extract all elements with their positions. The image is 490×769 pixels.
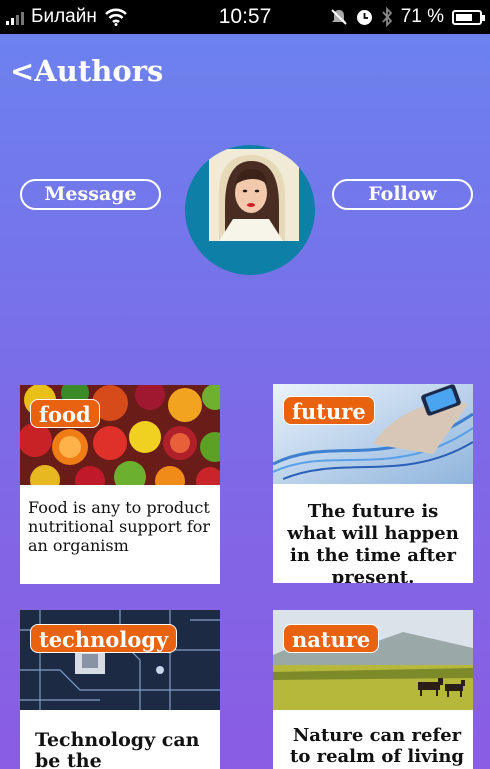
- card-description: Technology can be the knowledge: [35, 729, 200, 769]
- topic-card-food[interactable]: food Food is any to product nutritional …: [20, 385, 220, 584]
- card-description: Nature can refer to realm of living: [290, 725, 464, 767]
- topic-card-future[interactable]: future The future is what will happen in…: [273, 384, 473, 583]
- mute-bell-icon: [330, 9, 347, 25]
- avatar-portrait-image: [209, 149, 299, 241]
- topic-tag[interactable]: food: [30, 399, 100, 428]
- topic-card-technology[interactable]: technology Technology can be the knowled…: [20, 610, 220, 769]
- card-description: The future is what will happen in the ti…: [287, 501, 459, 583]
- follow-button[interactable]: Follow: [332, 179, 473, 210]
- bluetooth-icon: [382, 7, 392, 27]
- battery-percent: 71 %: [400, 6, 444, 27]
- avatar[interactable]: [185, 145, 315, 275]
- clock-icon: [356, 9, 372, 25]
- card-description: Food is any to product nutritional suppo…: [28, 498, 211, 555]
- status-right: 71 %: [330, 6, 485, 28]
- status-bar: Билайн 10:57 71 %: [0, 0, 490, 34]
- battery-icon: [452, 9, 485, 25]
- topic-tag[interactable]: technology: [30, 624, 178, 653]
- back-button[interactable]: <Authors: [10, 54, 163, 88]
- topic-tag[interactable]: nature: [283, 624, 380, 653]
- topic-tag[interactable]: future: [283, 396, 375, 425]
- topic-card-nature[interactable]: nature Nature can refer to realm of livi…: [273, 610, 473, 769]
- message-button[interactable]: Message: [20, 179, 161, 210]
